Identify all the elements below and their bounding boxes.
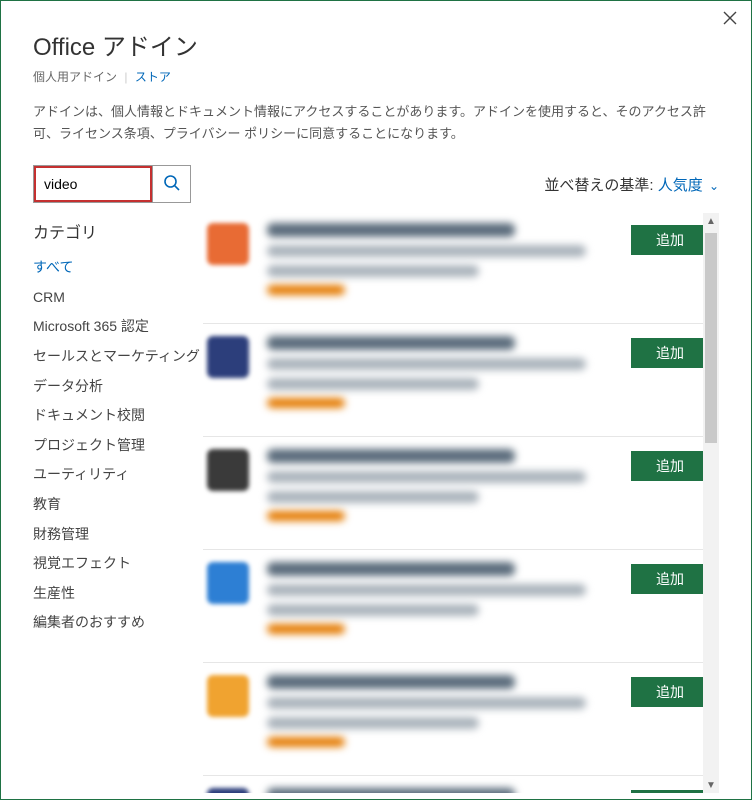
addin-body (267, 788, 621, 793)
addin-rating (267, 511, 345, 521)
tab-store[interactable]: ストア (135, 70, 171, 84)
sidebar-header: カテゴリ (33, 219, 203, 243)
category-sidebar: カテゴリ すべてCRMMicrosoft 365 認定セールスとマーケティングデ… (33, 213, 203, 793)
addin-title (267, 788, 515, 793)
sidebar-item[interactable]: Microsoft 365 認定 (33, 312, 203, 342)
addin-body (267, 223, 621, 303)
addin-icon (207, 449, 249, 491)
addin-desc (267, 245, 586, 257)
addin-desc (267, 584, 586, 596)
addin-icon (207, 675, 249, 717)
sidebar-item[interactable]: データ分析 (33, 372, 203, 402)
addin-card[interactable]: 追加 (203, 550, 713, 663)
scrollbar[interactable]: ▲ ▼ (703, 213, 719, 793)
dialog-content: Office アドイン 個人用アドイン | ストア アドインは、個人情報とドキュ… (1, 1, 751, 793)
addin-card[interactable]: 追加 (203, 776, 713, 793)
addin-rating (267, 398, 345, 408)
addin-desc (267, 717, 479, 729)
addins-dialog: Office アドイン 個人用アドイン | ストア アドインは、個人情報とドキュ… (0, 0, 752, 800)
addin-icon (207, 788, 249, 793)
addin-desc (267, 378, 479, 390)
addin-card[interactable]: 追加 (203, 663, 713, 776)
addin-card[interactable]: 追加 (203, 324, 713, 437)
scroll-up-icon[interactable]: ▲ (703, 213, 719, 229)
search-input[interactable] (34, 166, 152, 202)
addin-body (267, 562, 621, 642)
addin-desc (267, 265, 479, 277)
addin-card[interactable]: 追加 (203, 437, 713, 550)
addin-title (267, 562, 515, 576)
addin-title (267, 223, 515, 237)
sidebar-item[interactable]: 教育 (33, 490, 203, 520)
addin-body (267, 675, 621, 755)
tab-separator: | (124, 70, 127, 84)
addin-rating (267, 285, 345, 295)
results-panel: 追加追加追加追加追加追加 ▲ ▼ (203, 213, 719, 793)
sidebar-item[interactable]: CRM (33, 283, 203, 313)
add-button[interactable]: 追加 (631, 677, 709, 707)
search-icon (163, 174, 181, 195)
addin-desc (267, 604, 479, 616)
addin-rating (267, 737, 345, 747)
addin-icon (207, 562, 249, 604)
addin-rating (267, 624, 345, 634)
addin-title (267, 675, 515, 689)
disclaimer-text: アドインは、個人情報とドキュメント情報にアクセスすることがあります。アドインを使… (33, 101, 719, 145)
addin-desc (267, 697, 586, 709)
addin-icon (207, 223, 249, 265)
toolbar: 並べ替えの基準: 人気度 ⌄ (33, 165, 719, 203)
scroll-thumb[interactable] (705, 233, 717, 443)
add-button[interactable]: 追加 (631, 451, 709, 481)
sidebar-item[interactable]: ユーティリティ (33, 460, 203, 490)
add-button[interactable]: 追加 (631, 225, 709, 255)
add-button[interactable]: 追加 (631, 790, 709, 793)
sort-label: 並べ替えの基準: (544, 177, 653, 194)
sidebar-item[interactable]: プロジェクト管理 (33, 431, 203, 461)
addin-desc (267, 491, 479, 503)
sidebar-item[interactable]: 財務管理 (33, 520, 203, 550)
search-box (33, 165, 191, 203)
close-icon[interactable] (721, 9, 739, 27)
add-button[interactable]: 追加 (631, 564, 709, 594)
sort-control[interactable]: 並べ替えの基準: 人気度 ⌄ (544, 174, 719, 195)
sidebar-item[interactable]: すべて (33, 253, 203, 283)
sort-value: 人気度 (658, 177, 703, 194)
addin-desc (267, 358, 586, 370)
addin-title (267, 336, 515, 350)
sidebar-item[interactable]: 視覚エフェクト (33, 549, 203, 579)
addin-body (267, 449, 621, 529)
sidebar-item[interactable]: 生産性 (33, 579, 203, 609)
search-button[interactable] (152, 166, 190, 202)
sidebar-item[interactable]: 編集者のおすすめ (33, 608, 203, 638)
sidebar-item[interactable]: セールスとマーケティング (33, 342, 203, 372)
tab-my-addins[interactable]: 個人用アドイン (33, 70, 117, 84)
addin-desc (267, 471, 586, 483)
addin-body (267, 336, 621, 416)
sidebar-item[interactable]: ドキュメント校閲 (33, 401, 203, 431)
addin-title (267, 449, 515, 463)
page-title: Office アドイン (33, 27, 719, 62)
scroll-down-icon[interactable]: ▼ (703, 777, 719, 793)
chevron-down-icon: ⌄ (709, 179, 719, 193)
addin-icon (207, 336, 249, 378)
addin-card[interactable]: 追加 (203, 217, 713, 324)
body-row: カテゴリ すべてCRMMicrosoft 365 認定セールスとマーケティングデ… (33, 213, 719, 793)
tab-bar: 個人用アドイン | ストア (33, 68, 719, 85)
add-button[interactable]: 追加 (631, 338, 709, 368)
